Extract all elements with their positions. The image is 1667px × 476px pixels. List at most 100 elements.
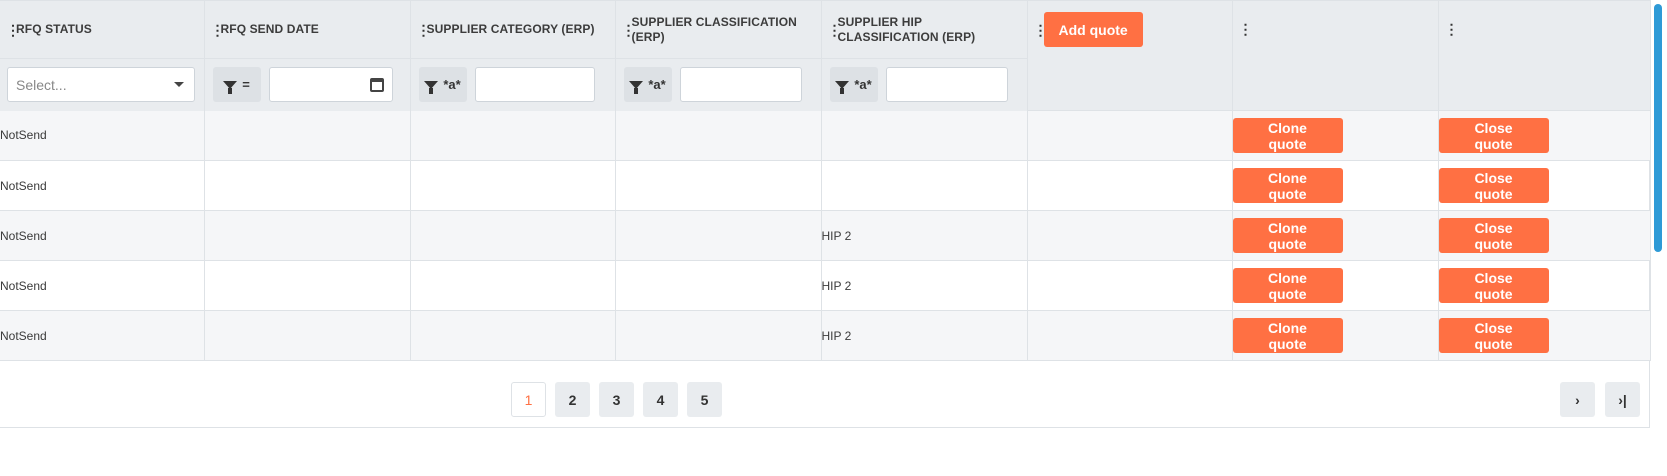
cell-hip: [821, 160, 1028, 211]
cell-send-date: [204, 110, 411, 161]
cell-category: [410, 310, 616, 361]
column-menu-icon[interactable]: ⋮: [1445, 22, 1459, 36]
hip-filter-input[interactable]: [885, 67, 1008, 103]
column-header-supplier-category[interactable]: ⋮ SUPPLIER CATEGORY (ERP): [410, 0, 616, 59]
cell-status: NotSend: [0, 110, 205, 161]
calendar-icon[interactable]: [369, 77, 384, 92]
cell-classification: [615, 210, 822, 261]
filter-cell-hip: *a*: [821, 58, 1028, 111]
close-quote-button[interactable]: Close quote: [1438, 268, 1549, 303]
cell-send-date: [204, 310, 411, 361]
page-button-1[interactable]: 1: [511, 382, 546, 417]
column-menu-icon[interactable]: ⋮: [1239, 22, 1253, 36]
cell-clone: Clone quote: [1232, 160, 1439, 211]
next-page-button[interactable]: ›: [1560, 382, 1595, 417]
cell-empty: [1027, 310, 1233, 361]
cell-clone: Clone quote: [1232, 110, 1439, 161]
column-menu-icon[interactable]: ⋮: [6, 23, 20, 37]
clone-quote-button[interactable]: Clone quote: [1232, 118, 1343, 153]
filter-cell-category: *a*: [410, 58, 616, 111]
cell-empty: [1027, 210, 1233, 261]
filter-icon: [835, 80, 850, 94]
cell-empty: [1027, 110, 1233, 161]
category-filter-operator-button[interactable]: *a*: [418, 67, 467, 103]
column-header-add-quote: ⋮ Add quote: [1027, 0, 1233, 111]
date-filter-operator-button[interactable]: =: [212, 67, 261, 103]
cell-clone: Clone quote: [1232, 310, 1439, 361]
column-header-label: SUPPLIER HIP CLASSIFICATION (ERP): [837, 14, 976, 44]
filter-operator-label: =: [242, 77, 250, 93]
cell-empty: [1027, 160, 1233, 211]
close-quote-button[interactable]: Close quote: [1438, 318, 1549, 353]
filter-cell-classification: *a*: [615, 58, 822, 111]
category-filter-input[interactable]: [474, 67, 595, 103]
cell-category: [410, 110, 616, 161]
clone-quote-button[interactable]: Clone quote: [1232, 218, 1343, 253]
column-header-rfq-send-date[interactable]: ⋮ RFQ SEND DATE: [204, 0, 411, 59]
filter-icon: [424, 80, 439, 94]
cell-hip: HIP 2: [821, 210, 1028, 261]
cell-hip: HIP 2: [821, 260, 1028, 311]
grid-table: ⋮ RFQ STATUS ⋮ RFQ SEND DATE ⋮ SUPPLIER CAT…: [0, 0, 1651, 361]
status-filter-select[interactable]: Select...: [7, 67, 195, 103]
cell-category: [410, 210, 616, 261]
cell-classification: [615, 310, 822, 361]
cell-classification: [615, 110, 822, 161]
filter-icon: [223, 80, 238, 94]
filter-operator-label: *a*: [648, 77, 666, 93]
close-quote-button[interactable]: Close quote: [1438, 218, 1549, 253]
cell-clone: Clone quote: [1232, 260, 1439, 311]
column-header-close: ⋮: [1438, 0, 1651, 111]
page-button-3[interactable]: 3: [599, 382, 634, 417]
column-header-clone: ⋮: [1232, 0, 1439, 111]
close-quote-button[interactable]: Close quote: [1438, 168, 1549, 203]
column-menu-icon[interactable]: ⋮: [417, 23, 431, 37]
clone-quote-button[interactable]: Clone quote: [1232, 268, 1343, 303]
column-header-supplier-classification[interactable]: ⋮ SUPPLIER CLASSIFICATION (ERP): [615, 0, 822, 59]
header-row: ⋮ RFQ STATUS ⋮ RFQ SEND DATE ⋮ SUPPLIER CAT…: [0, 0, 1651, 111]
add-quote-button[interactable]: Add quote: [1043, 12, 1143, 47]
classification-filter-operator-button[interactable]: *a*: [623, 67, 672, 103]
cell-status: NotSend: [0, 310, 205, 361]
column-header-rfq-status[interactable]: ⋮ RFQ STATUS: [0, 0, 205, 59]
table-row[interactable]: NotSend Clone quote Close quote: [0, 110, 1651, 161]
clone-quote-button[interactable]: Clone quote: [1232, 318, 1343, 353]
cell-category: [410, 260, 616, 311]
close-quote-button[interactable]: Close quote: [1438, 118, 1549, 153]
column-menu-icon[interactable]: ⋮: [1034, 23, 1048, 37]
table-row[interactable]: NotSend HIP 2 Clone quote Close quote: [0, 310, 1651, 361]
column-header-label: SUPPLIER CATEGORY (ERP): [426, 22, 595, 36]
pagination-bar: 1 2 3 4 5 › ›|: [0, 376, 1650, 428]
last-page-button[interactable]: ›|: [1605, 382, 1640, 417]
cell-close: Close quote: [1438, 160, 1651, 211]
filter-icon: [629, 80, 644, 94]
column-header-supplier-hip-classification[interactable]: ⋮ SUPPLIER HIP CLASSIFICATION (ERP): [821, 0, 1028, 59]
column-menu-icon[interactable]: ⋮: [211, 23, 225, 37]
page-button-4[interactable]: 4: [643, 382, 678, 417]
filter-operator-label: *a*: [854, 77, 872, 93]
chevron-down-icon: [174, 82, 184, 88]
table-row[interactable]: NotSend HIP 2 Clone quote Close quote: [0, 210, 1651, 261]
table-row[interactable]: NotSend HIP 2 Clone quote Close quote: [0, 260, 1651, 311]
hip-filter-operator-button[interactable]: *a*: [829, 67, 878, 103]
cell-send-date: [204, 210, 411, 261]
table-row[interactable]: NotSend Clone quote Close quote: [0, 160, 1651, 211]
date-filter-input[interactable]: [268, 67, 393, 103]
cell-classification: [615, 260, 822, 311]
data-grid: ⋮ RFQ STATUS ⋮ RFQ SEND DATE ⋮ SUPPLIER CAT…: [0, 0, 1651, 428]
clone-quote-button[interactable]: Clone quote: [1232, 168, 1343, 203]
column-menu-icon[interactable]: ⋮: [622, 23, 636, 37]
page-button-5[interactable]: 5: [687, 382, 722, 417]
cell-classification: [615, 160, 822, 211]
cell-status: NotSend: [0, 260, 205, 311]
cell-close: Close quote: [1438, 110, 1651, 161]
classification-filter-input[interactable]: [679, 67, 802, 103]
column-menu-icon[interactable]: ⋮: [828, 23, 842, 37]
cell-empty: [1027, 260, 1233, 311]
vertical-scrollbar[interactable]: [1654, 4, 1662, 252]
column-header-label: SUPPLIER CLASSIFICATION (ERP): [631, 14, 797, 44]
cell-category: [410, 160, 616, 211]
page-button-2[interactable]: 2: [555, 382, 590, 417]
cell-clone: Clone quote: [1232, 210, 1439, 261]
cell-close: Close quote: [1438, 310, 1651, 361]
